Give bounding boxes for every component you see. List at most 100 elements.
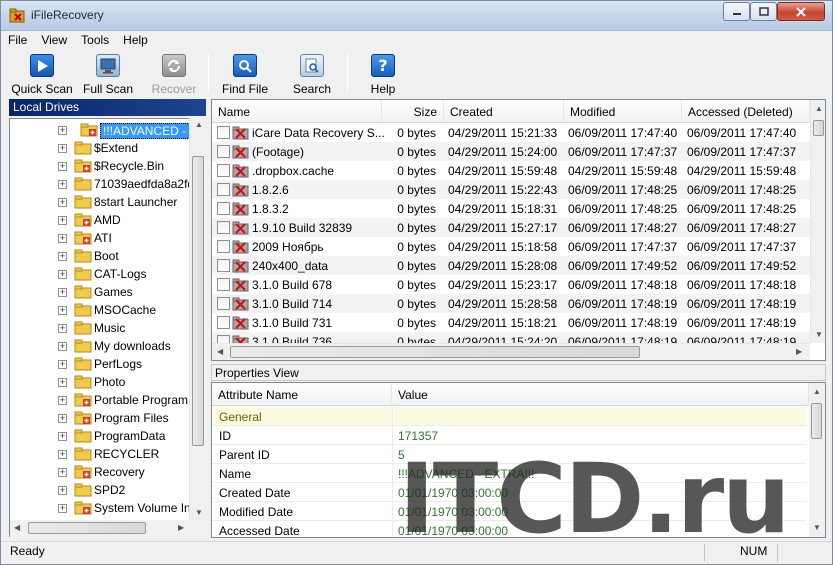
column-size[interactable]: Size <box>382 100 444 123</box>
row-checkbox[interactable] <box>217 202 230 215</box>
full-scan-button[interactable]: Full Scan <box>81 52 135 96</box>
file-row[interactable]: .dropbox.cache 0 bytes 04/29/2011 15:59:48… <box>212 161 810 180</box>
expand-icon[interactable]: + <box>58 252 67 261</box>
row-checkbox[interactable] <box>217 316 230 329</box>
tree-item[interactable]: + CAT-Logs <box>10 265 190 283</box>
file-row[interactable]: 1.8.2.6 0 bytes 04/29/2011 15:22:43 06/09/2… <box>212 180 810 199</box>
help-button[interactable]: ? Help <box>363 52 403 96</box>
row-checkbox[interactable] <box>217 297 230 310</box>
file-row[interactable]: 3.1.0 Build 678 0 bytes 04/29/2011 15:23:1… <box>212 275 810 294</box>
scroll-right-arrow-icon[interactable]: ▶ <box>178 523 184 532</box>
menu-tools[interactable]: Tools <box>74 31 116 50</box>
file-list-vertical-scrollbar[interactable]: ▲ ▼ <box>810 100 825 343</box>
tree-item[interactable]: + SPD2 <box>10 481 190 499</box>
tree-hscroll-thumb[interactable] <box>28 522 146 534</box>
file-row[interactable]: (Footage) 0 bytes 04/29/2011 15:24:00 06/09… <box>212 142 810 161</box>
tree-item[interactable]: + Photo <box>10 373 190 391</box>
expand-icon[interactable]: + <box>58 342 67 351</box>
quick-scan-button[interactable]: Quick Scan <box>11 52 73 96</box>
expand-icon[interactable]: + <box>58 198 67 207</box>
row-checkbox[interactable] <box>217 240 230 253</box>
file-list-scroll-thumb[interactable] <box>813 120 824 136</box>
expand-icon[interactable]: + <box>58 486 67 495</box>
tree-item[interactable]: + Program Files <box>10 409 190 427</box>
tree-item[interactable]: + PerfLogs <box>10 355 190 373</box>
file-row[interactable]: 240x400_data 0 bytes 04/29/2011 15:28:08 06… <box>212 256 810 275</box>
row-checkbox[interactable] <box>217 126 230 139</box>
tree-item[interactable]: + Boot <box>10 247 190 265</box>
tree-item[interactable]: +71039aedfda8a2fd <box>10 175 194 193</box>
file-row[interactable]: 1.8.3.2 0 bytes 04/29/2011 15:18:31 06/09/2… <box>212 199 810 218</box>
menu-view[interactable]: View <box>34 31 74 50</box>
column-accessed-deleted[interactable]: Accessed (Deleted) <box>682 100 810 123</box>
expand-icon[interactable]: + <box>58 396 67 405</box>
expand-icon[interactable]: + <box>58 288 67 297</box>
close-button[interactable] <box>777 2 825 21</box>
expand-icon[interactable]: + <box>58 450 67 459</box>
tree-vertical-scrollbar[interactable]: ▲ ▼ <box>189 118 206 520</box>
file-list[interactable]: Name Size Created Modified Accessed (Del… <box>211 99 826 361</box>
row-checkbox[interactable] <box>217 183 230 196</box>
menu-file[interactable]: File <box>1 31 34 50</box>
row-checkbox[interactable] <box>217 164 230 177</box>
file-row[interactable]: 3.1.0 Build 731 0 bytes 04/29/2011 15:18:2… <box>212 313 810 332</box>
row-checkbox[interactable] <box>217 221 230 234</box>
properties-vertical-scrollbar[interactable]: ▲ ▼ <box>809 383 825 537</box>
expand-icon[interactable]: + <box>58 144 67 153</box>
expand-icon[interactable]: + <box>58 162 67 171</box>
expand-icon[interactable]: + <box>58 126 67 135</box>
recover-button[interactable]: Recover <box>149 52 199 96</box>
search-button[interactable]: Search <box>291 52 333 96</box>
row-checkbox[interactable] <box>217 278 230 291</box>
file-row[interactable]: iCare Data Recovery S... 0 bytes 04/29/201… <box>212 123 810 142</box>
expand-icon[interactable]: + <box>58 324 67 333</box>
scroll-left-arrow-icon[interactable]: ◀ <box>14 523 20 532</box>
scroll-up-arrow-icon[interactable]: ▲ <box>815 104 823 113</box>
tree-item[interactable]: + Portable Program <box>10 391 190 409</box>
row-checkbox[interactable] <box>217 145 230 158</box>
expand-icon[interactable]: + <box>58 234 67 243</box>
tree-item[interactable]: + AMD <box>10 211 190 229</box>
scroll-down-arrow-icon[interactable]: ▼ <box>813 523 821 532</box>
scroll-up-arrow-icon[interactable]: ▲ <box>813 387 821 396</box>
title-bar[interactable]: iFileRecovery <box>1 1 832 31</box>
expand-icon[interactable]: + <box>58 414 67 423</box>
tree-item[interactable]: +8start Launcher <box>10 193 190 211</box>
file-list-horizontal-scrollbar[interactable]: ◀ ▶ <box>212 343 810 360</box>
file-row[interactable]: 2009 Ноябрь 0 bytes 04/29/2011 15:18:58 06/… <box>212 237 810 256</box>
tree-item[interactable]: + $Extend <box>10 139 190 157</box>
column-created[interactable]: Created <box>444 100 564 123</box>
find-file-button[interactable]: Find File <box>220 52 270 96</box>
menu-help[interactable]: Help <box>116 31 155 50</box>
expand-icon[interactable]: + <box>58 432 67 441</box>
tree-item[interactable]: + System Volume In <box>10 499 191 517</box>
tree-item[interactable]: + Music <box>10 319 190 337</box>
tree-item[interactable]: + $Recycle.Bin <box>10 157 190 175</box>
column-value[interactable]: Value <box>392 383 809 406</box>
tree-horizontal-scrollbar[interactable]: ◀ ▶ <box>10 520 189 537</box>
expand-icon[interactable]: + <box>58 270 67 279</box>
property-group-row[interactable]: General <box>212 407 806 426</box>
tree-item[interactable]: + MSOCache <box>10 301 190 319</box>
row-checkbox[interactable] <box>217 259 230 272</box>
tree-item[interactable]: + My downloads <box>10 337 190 355</box>
scroll-left-arrow-icon[interactable]: ◀ <box>217 347 223 356</box>
scroll-right-arrow-icon[interactable]: ▶ <box>796 347 802 356</box>
expand-icon[interactable]: + <box>58 468 67 477</box>
maximize-button[interactable] <box>750 2 777 21</box>
expand-icon[interactable]: + <box>58 216 67 225</box>
tree-item[interactable]: + RECYCLER <box>10 445 190 463</box>
file-row[interactable]: 3.1.0 Build 714 0 bytes 04/29/2011 15:28:5… <box>212 294 810 313</box>
expand-icon[interactable]: + <box>58 504 67 513</box>
column-modified[interactable]: Modified <box>564 100 682 123</box>
tree-item[interactable]: +!!!ADVANCED - EXTRA <box>10 121 205 139</box>
tree-item[interactable]: + ATI <box>10 229 190 247</box>
properties-scroll-thumb[interactable] <box>811 403 822 439</box>
column-attribute-name[interactable]: Attribute Name <box>212 383 392 406</box>
expand-icon[interactable]: + <box>58 180 67 189</box>
expand-icon[interactable]: + <box>58 360 67 369</box>
tree-item[interactable]: + Recovery <box>10 463 190 481</box>
scroll-up-arrow-icon[interactable]: ▲ <box>195 120 203 129</box>
column-name[interactable]: Name <box>212 100 382 123</box>
tree-item[interactable]: + ProgramData <box>10 427 190 445</box>
